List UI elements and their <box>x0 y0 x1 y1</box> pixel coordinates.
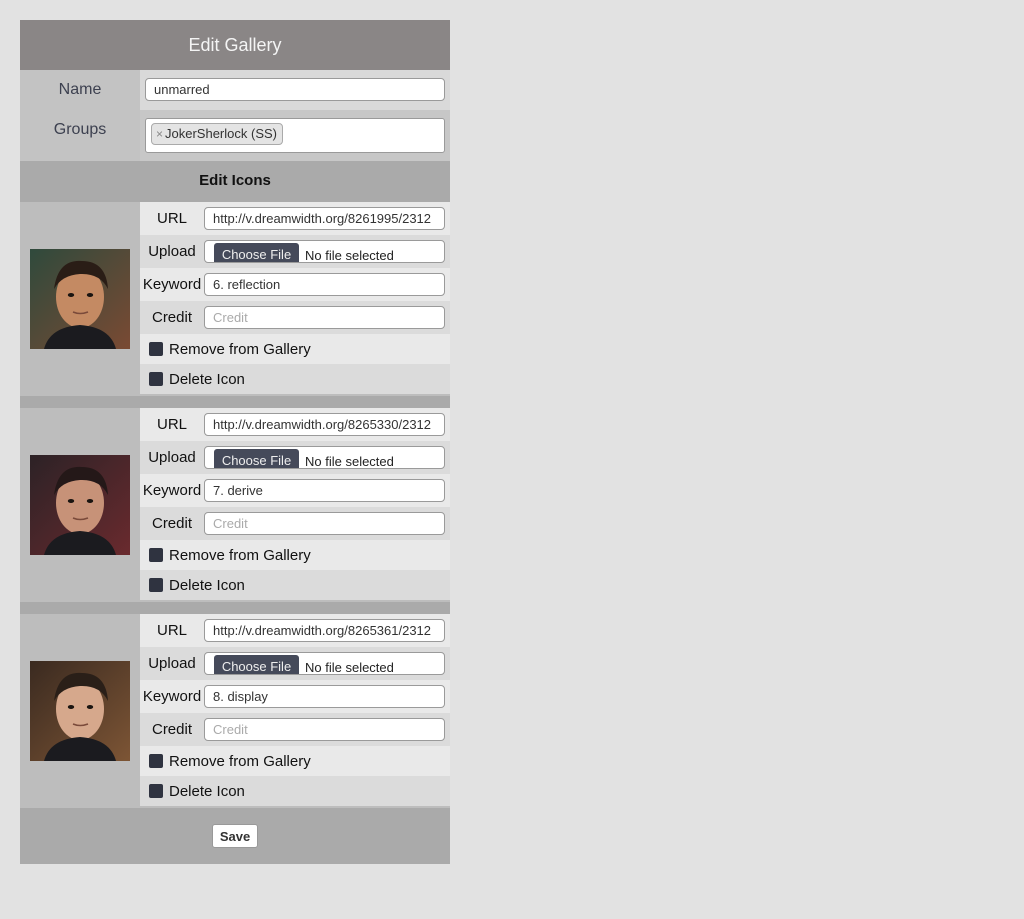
remove-row: Remove from Gallery <box>140 746 450 776</box>
icon-url-input[interactable]: http://v.dreamwidth.org/8261995/2312 <box>204 207 445 230</box>
group-tag: × JokerSherlock (SS) <box>151 123 283 145</box>
delete-row: Delete Icon <box>140 364 450 394</box>
remove-row: Remove from Gallery <box>140 334 450 364</box>
keyword-label: Keyword <box>142 688 202 705</box>
icon-entry: URL http://v.dreamwidth.org/8265361/2312… <box>20 614 450 808</box>
upload-label: Upload <box>148 243 196 260</box>
choose-file-button[interactable]: Choose File <box>214 449 299 468</box>
remove-checkbox[interactable] <box>149 342 163 356</box>
groups-label: Groups <box>20 110 140 161</box>
remove-label: Remove from Gallery <box>169 546 311 564</box>
icon-url-input[interactable]: http://v.dreamwidth.org/8265361/2312 <box>204 619 445 642</box>
group-tag-label: JokerSherlock (SS) <box>165 126 277 141</box>
gallery-name-input[interactable]: unmarred <box>145 78 445 101</box>
icon-entry: URL http://v.dreamwidth.org/8261995/2312… <box>20 202 450 396</box>
icon-separator <box>20 396 450 408</box>
upload-row: Upload Choose File No file selected <box>140 235 450 268</box>
url-label: URL <box>156 416 187 433</box>
credit-label: Credit <box>151 721 192 738</box>
keyword-input[interactable]: 8. display <box>204 685 445 708</box>
delete-checkbox[interactable] <box>149 372 163 386</box>
upload-label: Upload <box>148 655 196 672</box>
credit-label: Credit <box>151 309 192 326</box>
url-label: URL <box>156 622 187 639</box>
url-row: URL http://v.dreamwidth.org/8265361/2312 <box>140 614 450 647</box>
remove-checkbox[interactable] <box>149 754 163 768</box>
save-button[interactable]: Save <box>211 824 259 848</box>
form-footer: Save <box>20 808 450 864</box>
icon-thumbnail <box>30 455 130 555</box>
delete-label: Delete Icon <box>169 782 245 800</box>
icon-url-input[interactable]: http://v.dreamwidth.org/8265330/2312 <box>204 413 445 436</box>
remove-tag-icon[interactable]: × <box>156 127 163 141</box>
upload-row: Upload Choose File No file selected <box>140 441 450 474</box>
delete-label: Delete Icon <box>169 576 245 594</box>
file-status: No file selected <box>305 454 394 469</box>
remove-label: Remove from Gallery <box>169 340 311 358</box>
credit-input[interactable]: Credit <box>204 306 445 329</box>
remove-row: Remove from Gallery <box>140 540 450 570</box>
remove-label: Remove from Gallery <box>169 752 311 770</box>
delete-row: Delete Icon <box>140 570 450 600</box>
delete-checkbox[interactable] <box>149 784 163 798</box>
choose-file-button[interactable]: Choose File <box>214 243 299 262</box>
keyword-input[interactable]: 6. reflection <box>204 273 445 296</box>
name-row: Name unmarred <box>20 70 450 110</box>
name-label: Name <box>20 70 140 110</box>
keyword-row: Keyword 6. reflection <box>140 268 450 301</box>
edit-gallery-form: Edit Gallery Name unmarred Groups × Joker… <box>20 20 450 864</box>
icons-list: URL http://v.dreamwidth.org/8261995/2312… <box>20 202 450 808</box>
groups-select[interactable]: × JokerSherlock (SS) <box>145 118 445 153</box>
file-input[interactable]: Choose File No file selected <box>204 652 445 675</box>
upload-label: Upload <box>148 449 196 466</box>
file-status: No file selected <box>305 248 394 263</box>
icon-separator <box>20 602 450 614</box>
icon-thumbnail <box>30 661 130 761</box>
upload-row: Upload Choose File No file selected <box>140 647 450 680</box>
credit-row: Credit Credit <box>140 507 450 540</box>
keyword-row: Keyword 7. derive <box>140 474 450 507</box>
file-status: No file selected <box>305 660 394 675</box>
credit-input[interactable]: Credit <box>204 512 445 535</box>
groups-row: Groups × JokerSherlock (SS) <box>20 110 450 161</box>
edit-icons-heading: Edit Icons <box>20 161 450 202</box>
credit-label: Credit <box>151 515 192 532</box>
keyword-input[interactable]: 7. derive <box>204 479 445 502</box>
keyword-row: Keyword 8. display <box>140 680 450 713</box>
delete-row: Delete Icon <box>140 776 450 806</box>
credit-input[interactable]: Credit <box>204 718 445 741</box>
credit-row: Credit Credit <box>140 713 450 746</box>
page-title: Edit Gallery <box>20 20 450 70</box>
remove-checkbox[interactable] <box>149 548 163 562</box>
keyword-label: Keyword <box>142 482 202 499</box>
delete-label: Delete Icon <box>169 370 245 388</box>
url-row: URL http://v.dreamwidth.org/8265330/2312 <box>140 408 450 441</box>
keyword-label: Keyword <box>142 276 202 293</box>
icon-thumbnail <box>30 249 130 349</box>
credit-row: Credit Credit <box>140 301 450 334</box>
file-input[interactable]: Choose File No file selected <box>204 240 445 263</box>
file-input[interactable]: Choose File No file selected <box>204 446 445 469</box>
delete-checkbox[interactable] <box>149 578 163 592</box>
url-row: URL http://v.dreamwidth.org/8261995/2312 <box>140 202 450 235</box>
choose-file-button[interactable]: Choose File <box>214 655 299 674</box>
url-label: URL <box>156 210 187 227</box>
icon-entry: URL http://v.dreamwidth.org/8265330/2312… <box>20 408 450 602</box>
